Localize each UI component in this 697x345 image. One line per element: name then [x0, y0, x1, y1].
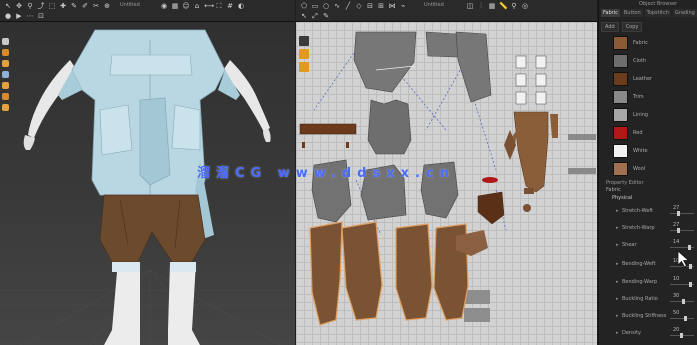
slider-knob[interactable]: [684, 316, 687, 321]
fabric-list: Fabric Cloth Leather Trim Lining Red Whi…: [613, 34, 683, 178]
expand-arrow-icon[interactable]: ▸: [616, 296, 619, 302]
slider-knob[interactable]: [689, 282, 692, 287]
list-item[interactable]: Red: [613, 124, 683, 142]
property-label: Bending-Warp: [622, 279, 658, 285]
property-editor-title: Property Editor: [606, 180, 644, 186]
property-editor-tab[interactable]: Fabric: [606, 187, 621, 193]
property-label: Buckling Ratio: [622, 296, 658, 302]
property-slider[interactable]: [670, 213, 694, 214]
fabric-swatch: [613, 90, 628, 104]
object-browser-title: Object Browser: [639, 1, 678, 7]
slider-knob[interactable]: [682, 299, 685, 304]
property-label: Density: [622, 330, 642, 336]
fabric-swatch: [613, 108, 628, 122]
property-label: Stretch-Warp: [622, 225, 655, 231]
object-browser-tabs: Fabric Button Topstitch Grading: [601, 9, 697, 17]
property-value[interactable]: 30: [673, 293, 679, 299]
mouse-cursor-icon: [677, 250, 690, 268]
property-label: Stretch-Weft: [622, 208, 653, 214]
list-item[interactable]: Wool: [613, 160, 683, 178]
list-item[interactable]: White: [613, 142, 683, 160]
copy-button[interactable]: Copy: [621, 22, 643, 32]
expand-arrow-icon[interactable]: ▸: [616, 208, 619, 214]
property-row[interactable]: ▸ Density 20: [602, 327, 697, 341]
property-row[interactable]: ▸ Bending-Warp 10: [602, 276, 697, 290]
fabric-swatch: [613, 72, 628, 86]
fabric-name: Lining: [633, 112, 649, 118]
fabric-name: Fabric: [633, 40, 648, 46]
fabric-swatch: [613, 36, 628, 50]
fabric-name: Trim: [633, 94, 644, 100]
property-value[interactable]: 10: [673, 276, 679, 282]
property-section-title[interactable]: Physical: [612, 195, 632, 201]
property-value[interactable]: 14: [673, 239, 679, 245]
property-row[interactable]: ▸ Buckling Stiffness 50: [602, 310, 697, 324]
list-item[interactable]: Lining: [613, 106, 683, 124]
expand-arrow-icon[interactable]: ▸: [616, 330, 619, 336]
slider-knob[interactable]: [677, 228, 680, 233]
expand-arrow-icon[interactable]: ▸: [616, 279, 619, 285]
list-item[interactable]: Cloth: [613, 52, 683, 70]
expand-arrow-icon[interactable]: ▸: [616, 313, 619, 319]
property-label: Shear: [622, 242, 637, 248]
fabric-swatch: [613, 144, 628, 158]
expand-arrow-icon[interactable]: ▸: [616, 261, 619, 267]
fabric-swatch: [613, 162, 628, 176]
add-button[interactable]: Add: [601, 22, 619, 32]
property-label: Bending-Weft: [622, 261, 656, 267]
fabric-name: White: [633, 148, 648, 154]
property-value[interactable]: 50: [673, 310, 679, 316]
property-slider[interactable]: [670, 318, 694, 319]
tab-button[interactable]: Button: [621, 9, 643, 17]
fabric-swatch: [613, 126, 628, 140]
property-value[interactable]: 20: [673, 327, 679, 333]
property-row[interactable]: ▸ Buckling Ratio 30: [602, 293, 697, 307]
property-slider[interactable]: [670, 230, 694, 231]
expand-arrow-icon[interactable]: ▸: [616, 242, 619, 248]
property-label: Buckling Stiffness: [622, 313, 667, 319]
slider-knob[interactable]: [680, 333, 683, 338]
watermark-text: 溜溜CG www.ddsxx.cn: [197, 166, 455, 181]
fabric-swatch: [613, 54, 628, 68]
tab-grading[interactable]: Grading: [672, 9, 697, 17]
list-item[interactable]: Leather: [613, 70, 683, 88]
object-browser-actions: Add Copy: [601, 22, 695, 32]
list-item[interactable]: Trim: [613, 88, 683, 106]
fabric-name: Leather: [633, 76, 653, 82]
property-row[interactable]: ▸ Stretch-Weft 27: [602, 205, 697, 219]
fabric-name: Red: [633, 130, 643, 136]
list-item[interactable]: Fabric: [613, 34, 683, 52]
property-row[interactable]: ▸ Stretch-Warp 27: [602, 222, 697, 236]
fabric-name: Cloth: [633, 58, 647, 64]
tab-topstitch[interactable]: Topstitch: [644, 9, 671, 17]
tab-fabric[interactable]: Fabric: [601, 9, 620, 17]
expand-arrow-icon[interactable]: ▸: [616, 225, 619, 231]
fabric-name: Wool: [633, 166, 646, 172]
slider-knob[interactable]: [677, 211, 680, 216]
